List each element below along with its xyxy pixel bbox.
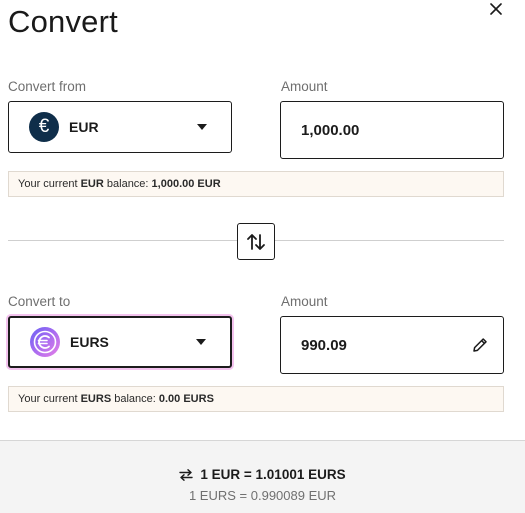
from-amount-input[interactable] (301, 121, 489, 139)
balance-currency: EUR (80, 178, 104, 190)
divider-left (8, 240, 237, 241)
exchange-icon (179, 468, 194, 481)
convert-to-select[interactable]: EURS (8, 316, 232, 368)
balance-mid: balance: (114, 393, 156, 405)
chevron-down-icon (197, 124, 207, 130)
balance-currency: EURS (80, 393, 112, 405)
eur-coin-icon: € (29, 112, 59, 142)
divider-right (275, 240, 504, 241)
from-amount-label: Amount (281, 79, 328, 94)
secondary-rate: 1 EURS = 0.990089 EUR (188, 488, 337, 503)
convert-to-label: Convert to (8, 294, 71, 309)
rate-footer: 1 EUR = 1.01001 EURS 1 EURS = 0.990089 E… (0, 440, 525, 513)
primary-rate: 1 EUR = 1.01001 EURS (200, 467, 346, 482)
primary-rate-row: 1 EUR = 1.01001 EURS (0, 467, 525, 482)
pencil-icon[interactable] (471, 336, 489, 354)
to-amount-label: Amount (281, 294, 328, 309)
close-icon[interactable] (490, 3, 502, 15)
convert-from-select[interactable]: € EUR (8, 101, 232, 153)
to-amount-value: 990.09 (301, 336, 347, 354)
balance-value: 1,000.00 EUR (151, 178, 221, 190)
swap-button[interactable] (237, 223, 275, 260)
swap-arrows-icon (247, 233, 265, 250)
balance-mid: balance: (106, 178, 149, 190)
convert-to-currency: EURS (70, 334, 109, 350)
from-balance-notice: Your current EUR balance: 1,000.00 EUR (8, 171, 504, 197)
dialog-title: Convert (8, 4, 118, 39)
to-balance-notice: Your current EURS balance: 0.00 EURS (8, 386, 504, 412)
from-amount-input-wrapper (280, 101, 504, 159)
balance-prefix: Your current (18, 178, 78, 190)
convert-from-currency: EUR (69, 119, 99, 135)
convert-from-label: Convert from (8, 79, 87, 94)
chevron-down-icon (196, 339, 206, 345)
eurs-coin-icon (30, 327, 60, 357)
balance-prefix: Your current (18, 393, 78, 405)
to-amount-field[interactable]: 990.09 (280, 316, 504, 374)
balance-value: 0.00 EURS (158, 393, 214, 405)
close-button[interactable] (487, 0, 505, 18)
